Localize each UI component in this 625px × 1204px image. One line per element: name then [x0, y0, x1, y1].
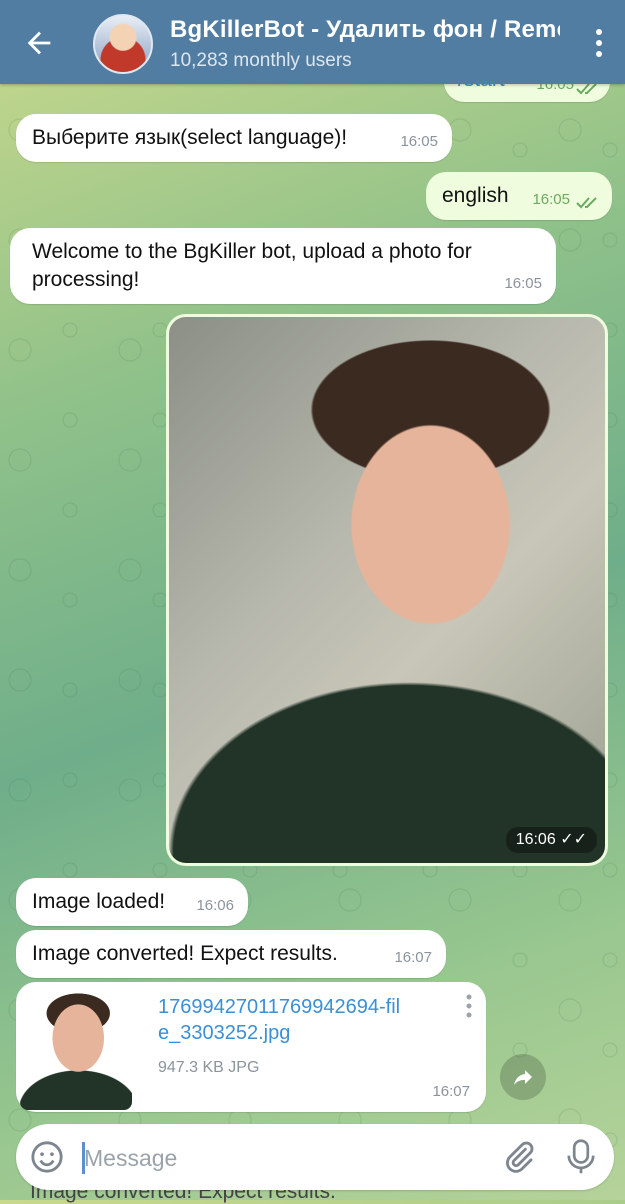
share-arrow-icon: [514, 1070, 532, 1085]
paperclip-icon[interactable]: [502, 1140, 536, 1174]
message-time: 16:05: [532, 191, 570, 208]
message-text: Welcome to the BgKiller bot, upload a ph…: [32, 240, 472, 291]
message-incoming[interactable]: Welcome to the BgKiller bot, upload a ph…: [10, 228, 556, 304]
chat-subtitle: 10,283 monthly users: [170, 50, 352, 71]
file-name[interactable]: 17699427011769942694-fil e_3303252.jpg: [158, 994, 448, 1046]
message-text: Выберите язык(select language)!: [32, 126, 348, 149]
chat-title[interactable]: BgKillerBot - Удалить фон / Remove backg…: [170, 16, 560, 44]
message-text: /start: [458, 84, 505, 94]
file-thumbnail[interactable]: [20, 986, 132, 1110]
message-incoming[interactable]: Выберите язык(select language)! 16:05: [16, 114, 452, 162]
message-text: english: [442, 184, 509, 207]
emoji-icon[interactable]: [30, 1140, 64, 1174]
message-input-bar: [16, 1124, 614, 1190]
chat-header: BgKillerBot - Удалить фон / Remove backg…: [0, 0, 625, 84]
message-list[interactable]: /start 16:05 Выберите язык(select langua…: [0, 84, 625, 1114]
message-time: 16:07: [432, 1083, 470, 1100]
message-time: 16:05: [504, 275, 542, 292]
message-time: 16:05: [400, 133, 438, 150]
message-text: Image converted! Expect results.: [32, 942, 338, 965]
message-time: 16:06: [515, 831, 556, 848]
message-time: 16:05: [536, 84, 574, 93]
more-vert-icon[interactable]: [466, 994, 472, 1018]
forward-button[interactable]: [500, 1054, 546, 1100]
message-input[interactable]: [82, 1136, 466, 1180]
message-incoming[interactable]: Image converted! Expect results. 16:07: [16, 930, 446, 978]
file-name-line: e_3303252.jpg: [158, 1022, 291, 1044]
message-incoming[interactable]: Image loaded! 16:06: [16, 878, 248, 926]
message-time: 16:06: [196, 897, 234, 914]
double-check-icon: [576, 197, 597, 209]
bot-avatar[interactable]: [93, 14, 153, 74]
photo-time-badge: 16:06 ✓✓: [505, 827, 597, 853]
file-meta: 947.3 KB JPG: [158, 1059, 260, 1076]
double-check-icon: [576, 84, 597, 95]
back-arrow-icon[interactable]: [22, 26, 56, 60]
message-photo[interactable]: 16:06 ✓✓: [166, 314, 608, 866]
message-time: 16:07: [394, 949, 432, 966]
message-outgoing[interactable]: english 16:05: [426, 172, 612, 220]
message-outgoing[interactable]: /start 16:05: [444, 84, 610, 102]
microphone-icon[interactable]: [564, 1138, 598, 1176]
double-check-icon: ✓✓: [560, 831, 587, 848]
message-text: Image loaded!: [32, 890, 166, 913]
file-name-line: 17699427011769942694-fil: [158, 996, 401, 1018]
message-file[interactable]: 17699427011769942694-fil e_3303252.jpg 9…: [16, 982, 486, 1112]
more-vert-icon[interactable]: [595, 28, 603, 58]
